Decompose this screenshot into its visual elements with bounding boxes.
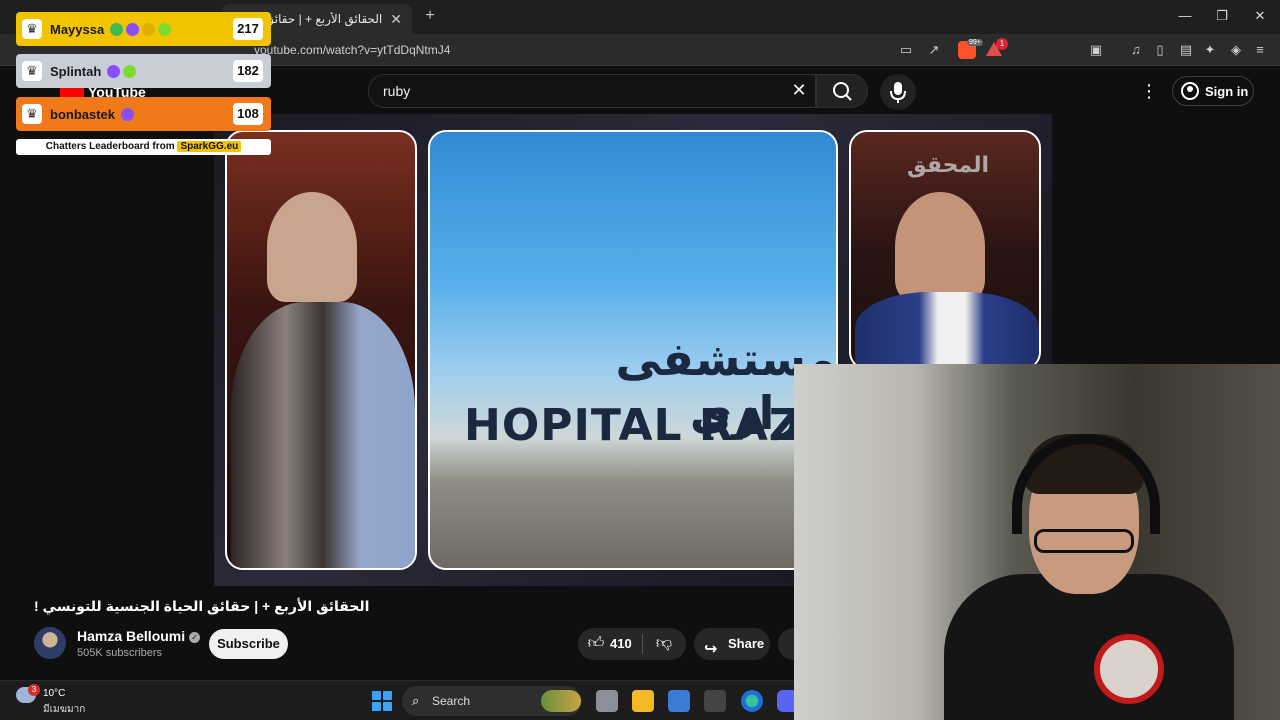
video-title: الحقائق الأربع + | حقائق الحياة الجنسية … <box>34 598 370 614</box>
leaderboard-score: 182 <box>233 60 263 82</box>
file-explorer-icon[interactable] <box>632 690 654 712</box>
video-panel-right: المحقق <box>849 130 1041 370</box>
task-view-icon[interactable] <box>596 690 618 712</box>
badge-icon <box>123 64 137 78</box>
share-page-icon[interactable]: ↗ <box>926 42 942 58</box>
speaker-body <box>231 302 415 568</box>
speaker-head <box>267 192 357 302</box>
badge-group <box>121 107 135 121</box>
cast-icon[interactable]: ▭ <box>898 42 914 58</box>
menu-icon[interactable]: ≡ <box>1252 42 1268 58</box>
account-icon <box>1181 82 1199 100</box>
webcam-overlay <box>794 364 1280 720</box>
discord-icon[interactable] <box>777 690 794 712</box>
channel-name-text[interactable]: Hamza Belloumi <box>77 628 185 644</box>
share-label: Share <box>728 636 765 651</box>
leaderboard-score: 108 <box>233 103 263 125</box>
clear-search-icon[interactable]: ✕ <box>789 80 809 100</box>
new-tab-button[interactable]: + <box>420 6 440 26</box>
temperature[interactable]: 10°C <box>43 688 65 699</box>
microphone-icon <box>890 82 906 103</box>
leaderboard-score: 217 <box>233 18 263 40</box>
leo-icon[interactable]: ▣ <box>1088 42 1104 58</box>
glasses <box>1034 529 1134 553</box>
channel-name[interactable]: Hamza Belloumi ✓ <box>77 628 201 644</box>
badge-icon <box>107 64 121 78</box>
leaderboard-entry: ♛ Splintah 182 <box>16 54 271 88</box>
close-window-button[interactable]: ✕ <box>1252 8 1268 24</box>
weather-badge: 3 <box>28 684 40 696</box>
search-box[interactable]: ruby ✕ <box>368 74 816 108</box>
leaderboard-name: Splintah <box>50 63 102 79</box>
like-count[interactable]: 410 <box>610 636 632 651</box>
sparkgg-brand: SparkGG.eu <box>177 141 242 152</box>
weather-description[interactable]: มีเมฆมาก <box>43 702 85 717</box>
leaderboard-entry: ♛ Mayyssa 217 <box>16 12 271 46</box>
sidebar-icon[interactable]: ▯ <box>1152 42 1168 58</box>
sign-in-button[interactable]: Sign in <box>1172 76 1254 106</box>
channel-watermark: المحقق <box>907 152 990 177</box>
streamer-shirt <box>944 574 1234 720</box>
search-input[interactable]: ruby <box>383 83 410 99</box>
shirt-graphic <box>1094 634 1164 704</box>
leaderboard-name: Mayyssa <box>50 21 105 37</box>
wallet-icon[interactable]: ▤ <box>1178 42 1194 58</box>
windows-taskbar: 3 10°C มีเมฆมาก ⌕ Search <box>0 680 794 720</box>
dislike-icon[interactable]: 👎︎ <box>654 634 674 654</box>
subscribe-button[interactable]: Subscribe <box>209 629 288 659</box>
badge-group <box>110 22 172 36</box>
sign-in-label: Sign in <box>1205 83 1249 99</box>
hospital-latin-sign: HOPITAL RAZI <box>464 400 820 451</box>
guest-head <box>895 192 985 302</box>
search-icon <box>833 82 852 101</box>
search-button[interactable] <box>816 74 868 108</box>
tab-close-icon[interactable]: ✕ <box>390 11 402 28</box>
voice-search-button[interactable] <box>880 74 916 110</box>
video-panel-center: مستشفى الرازي HOPITAL RAZI <box>428 130 838 570</box>
like-icon[interactable]: 👍︎ <box>586 634 606 654</box>
maximize-button[interactable]: ❐ <box>1214 8 1230 24</box>
start-button[interactable] <box>372 691 392 711</box>
shields-count-badge: 99+ <box>967 39 983 46</box>
settings-menu-icon[interactable]: ⋮ <box>1140 79 1158 103</box>
leaderboard-footer: Chatters Leaderboard from SparkGG.eu <box>16 139 271 155</box>
badge-icon <box>158 22 172 36</box>
badge-icon <box>126 22 140 36</box>
guest-body <box>855 292 1039 368</box>
crown-icon: ♛ <box>22 19 42 39</box>
edge-icon[interactable] <box>741 690 763 712</box>
leaderboard-name: bonbastek <box>50 106 116 122</box>
like-dislike-group: 👍︎ 410 👎︎ <box>578 628 686 660</box>
share-icon: ↪ <box>704 641 718 658</box>
verified-icon: ✓ <box>189 632 201 643</box>
app-icon[interactable] <box>704 690 726 712</box>
media-icon[interactable]: ♫ <box>1128 42 1144 58</box>
badge-icon <box>142 22 156 36</box>
url-field[interactable]: youtube.com/watch?v=ytTdDqNtmJ4 <box>254 43 450 57</box>
subscriber-count: 505K subscribers <box>77 647 162 659</box>
store-icon[interactable] <box>668 690 690 712</box>
badge-group <box>107 64 137 78</box>
leaderboard-footer-text: Chatters Leaderboard from <box>45 141 178 152</box>
badge-icon <box>110 22 124 36</box>
minimize-button[interactable]: — <box>1177 8 1193 24</box>
more-actions-button[interactable] <box>778 628 794 660</box>
like-divider <box>642 634 643 654</box>
crown-icon: ♛ <box>22 104 42 124</box>
share-button[interactable]: ↪ Share <box>694 628 770 660</box>
leaderboard-entry: ♛ bonbastek 108 <box>16 97 271 131</box>
search-highlight-icon[interactable] <box>541 690 581 712</box>
search-icon: ⌕ <box>412 693 420 708</box>
ai-icon[interactable]: ✦ <box>1202 42 1218 58</box>
rewards-badge: 1 <box>996 38 1008 50</box>
channel-avatar[interactable] <box>34 627 66 659</box>
vpn-icon[interactable]: ◈ <box>1228 42 1244 58</box>
taskbar-search-label: Search <box>432 694 471 708</box>
badge-icon <box>121 107 135 121</box>
video-panel-left <box>225 130 417 570</box>
crown-icon: ♛ <box>22 61 42 81</box>
